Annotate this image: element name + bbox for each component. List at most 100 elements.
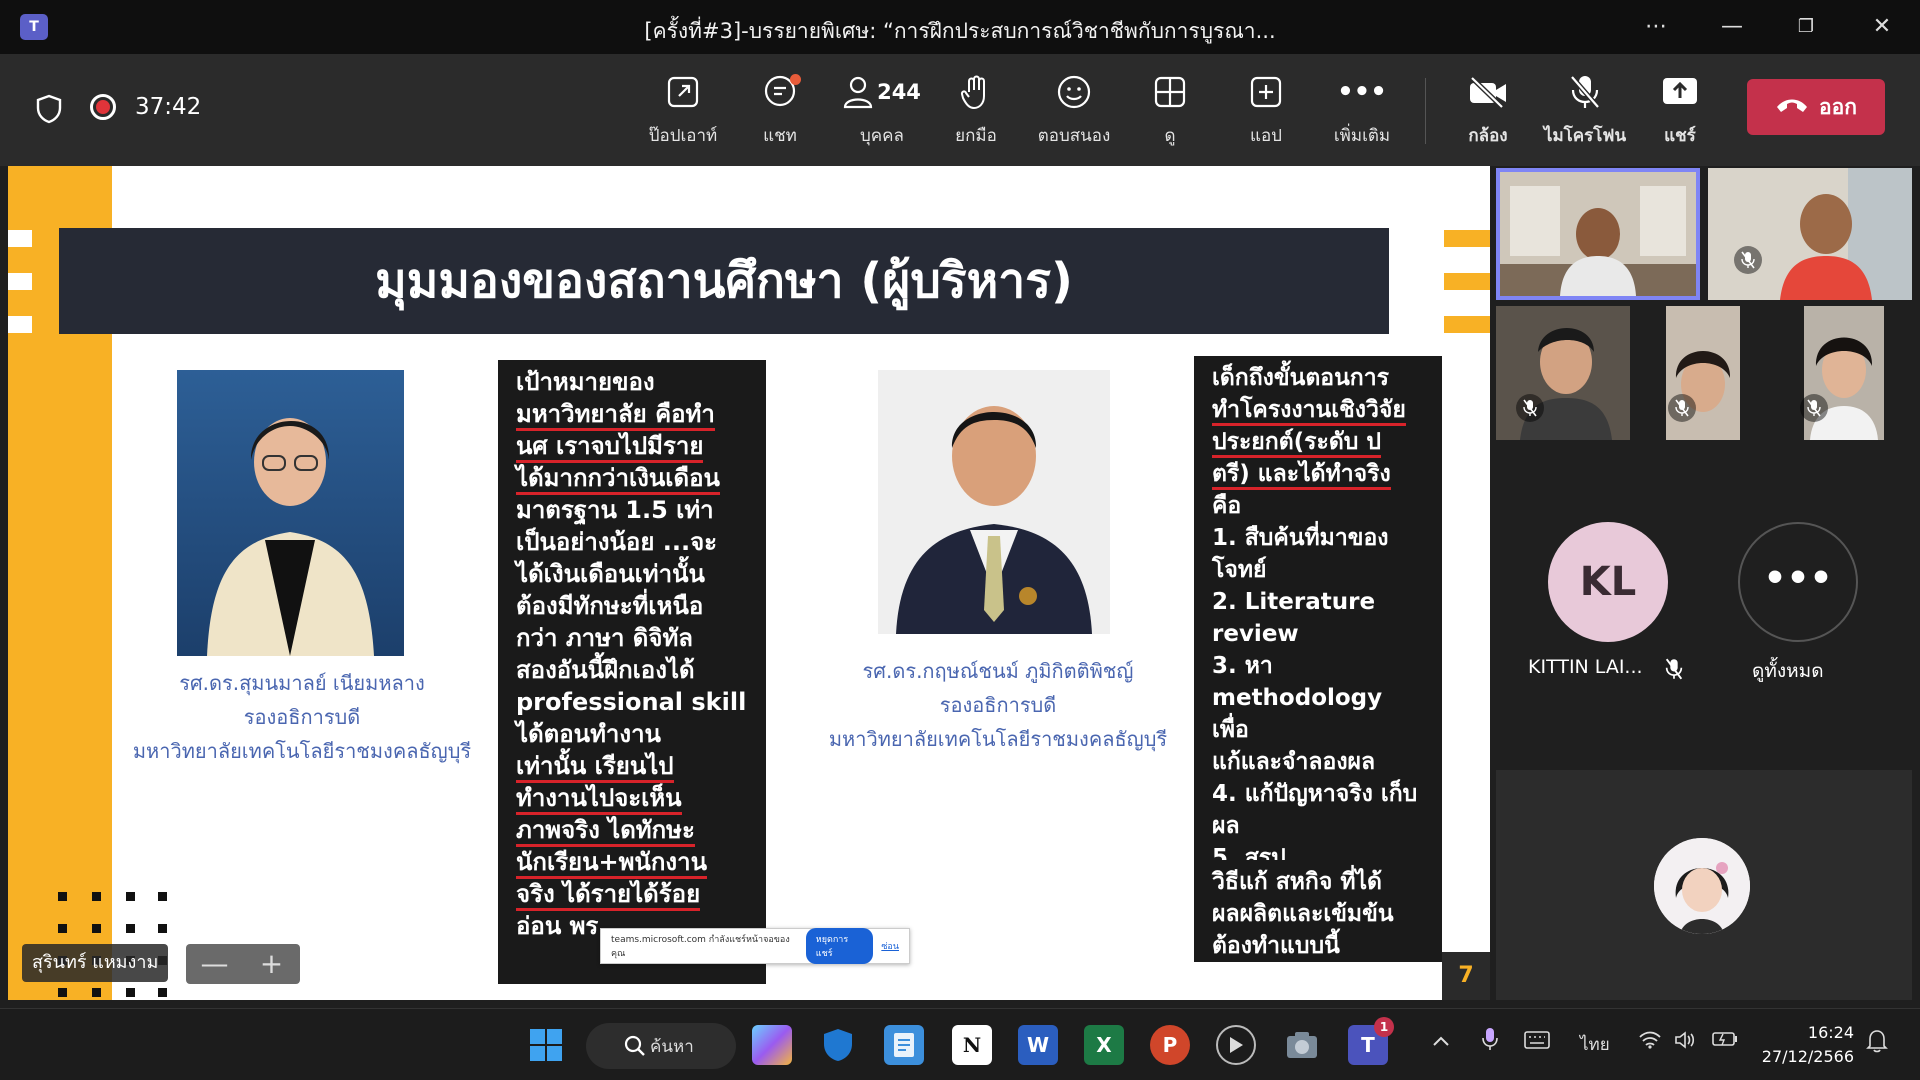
participant-name-kl: KITTIN LAI... bbox=[1528, 656, 1643, 678]
clock-date: 27/12/2566 bbox=[1761, 1047, 1854, 1066]
show-hidden-icons-icon[interactable] bbox=[1432, 1031, 1450, 1052]
share-button[interactable]: แชร์ bbox=[1632, 70, 1728, 158]
mic-off-icon bbox=[1536, 70, 1634, 114]
chat-icon bbox=[732, 70, 828, 114]
apps-button[interactable]: แอป bbox=[1218, 70, 1314, 158]
react-label: ตอบสนอง bbox=[1037, 126, 1111, 146]
teams-app-icon[interactable]: T bbox=[20, 14, 48, 40]
video-tile-participant-4[interactable] bbox=[1636, 306, 1770, 440]
zoom-control: — + bbox=[186, 944, 300, 984]
decor-dash bbox=[1444, 230, 1490, 247]
quote-line: ได้ตอนทำงาน bbox=[516, 720, 661, 748]
participant-avatar-kl[interactable]: KL bbox=[1548, 522, 1668, 642]
microphone-icon[interactable] bbox=[1482, 1027, 1498, 1056]
quote-line: เด็กถึงขั้นตอนการ bbox=[1212, 365, 1389, 391]
notepad-icon[interactable] bbox=[884, 1025, 924, 1065]
system-clock[interactable]: 16:24 27/12/2566 bbox=[1762, 1021, 1854, 1069]
person1-name: รศ.ดร.สุมนมาลย์ เนียมหลาง bbox=[179, 671, 425, 695]
video-tile-participant-3[interactable] bbox=[1496, 306, 1630, 440]
notification-badge: 1 bbox=[1374, 1017, 1394, 1037]
chat-button[interactable]: แชท bbox=[732, 70, 828, 158]
quote-line: นศ เราจบไปมีราย bbox=[516, 432, 704, 463]
copilot-icon[interactable] bbox=[752, 1025, 792, 1065]
snipping-tool-icon[interactable] bbox=[1282, 1025, 1322, 1065]
quote-line: ทำโครงงานเชิงวิจัย bbox=[1212, 397, 1406, 426]
leave-button[interactable]: ออก bbox=[1747, 79, 1885, 135]
windows-start-icon[interactable] bbox=[526, 1025, 566, 1065]
self-view-tile[interactable] bbox=[1496, 770, 1912, 1000]
defender-shield-icon[interactable] bbox=[818, 1025, 858, 1065]
meeting-timer: 37:42 bbox=[135, 94, 202, 120]
video-tile-participant-2[interactable] bbox=[1708, 168, 1912, 300]
quote-line: ตรี) และได้ทำจริง bbox=[1212, 461, 1391, 490]
more-button[interactable]: ••• เพิ่มเติม bbox=[1314, 70, 1410, 158]
quote-line: review bbox=[1212, 621, 1299, 647]
notion-icon[interactable]: N bbox=[952, 1025, 992, 1065]
presenter-name-tag: สุรินทร์ แหมงาม bbox=[22, 944, 169, 982]
quote-line: สองอันนี้ฝึกเองได้ bbox=[516, 656, 695, 684]
quote-line: มหาวิทยาลัย คือทำ bbox=[516, 400, 715, 431]
view-button[interactable]: ดู bbox=[1122, 70, 1218, 158]
person2-name: รศ.ดร.กฤษณ์ชนม์ ภูมิกิตติพิชญ์ bbox=[862, 659, 1134, 683]
quote-line: ได้เงินเดือนเท่านั้น bbox=[516, 560, 705, 588]
title-bar: T [ครั้งที่#3]-บรรยายพิเศษ: “การฝึกประสบ… bbox=[0, 0, 1920, 54]
raise-hand-label: ยกมือ bbox=[955, 126, 997, 146]
zoom-out-button[interactable]: — bbox=[186, 944, 243, 984]
mic-button[interactable]: ไมโครโฟน bbox=[1536, 70, 1634, 158]
shield-icon[interactable] bbox=[36, 94, 62, 128]
quote-line: ภาพจริง ไดทักษะ bbox=[516, 816, 695, 847]
view-all-button[interactable]: ••• bbox=[1738, 522, 1858, 642]
more-label: เพิ่มเติม bbox=[1333, 126, 1391, 146]
close-button[interactable]: ✕ bbox=[1862, 10, 1902, 44]
photo-person-1 bbox=[177, 370, 404, 656]
video-tile-speaker[interactable] bbox=[1496, 168, 1700, 300]
slide-page-number: 7 bbox=[1442, 952, 1490, 1000]
restore-button[interactable]: ❐ bbox=[1786, 10, 1826, 44]
quote-box-2: เด็กถึงขั้นตอนการทำโครงงานเชิงวิจัยประยก… bbox=[1194, 356, 1442, 864]
taskbar-search[interactable]: ค้นหา bbox=[586, 1023, 736, 1069]
people-icon: 244 bbox=[830, 70, 934, 114]
raise-hand-button[interactable]: ยกมือ bbox=[928, 70, 1024, 158]
battery-icon[interactable] bbox=[1712, 1031, 1738, 1052]
popout-button[interactable]: ป๊อปเอาท์ bbox=[635, 70, 731, 158]
language-indicator[interactable]: ไทย bbox=[1580, 1031, 1610, 1058]
quote-line: ผล bbox=[1212, 813, 1240, 839]
unread-dot bbox=[790, 74, 801, 85]
excel-icon[interactable]: X bbox=[1084, 1025, 1124, 1065]
quote-line: ต้องมีทักษะที่เหนือ bbox=[516, 592, 704, 620]
view-all-label: ดูทั้งหมด bbox=[1752, 660, 1824, 682]
quote-line: นักเรียน+พนักงาน bbox=[516, 848, 707, 879]
leave-label: ออก bbox=[1819, 94, 1857, 119]
word-icon[interactable]: W bbox=[1018, 1025, 1058, 1065]
quote-line: เท่านั้น เรียนไป bbox=[516, 752, 674, 783]
mic-label: ไมโครโฟน bbox=[1543, 126, 1627, 146]
self-avatar bbox=[1654, 838, 1750, 934]
video-tile-participant-5[interactable] bbox=[1776, 306, 1912, 440]
quote-line: 2. Literature bbox=[1212, 589, 1376, 615]
mic-off-icon bbox=[1668, 394, 1696, 422]
volume-icon[interactable] bbox=[1674, 1031, 1696, 1054]
camera-button[interactable]: กล้อง bbox=[1440, 70, 1536, 158]
powerpoint-icon[interactable]: P bbox=[1150, 1025, 1190, 1065]
people-button[interactable]: 244 บุคคล bbox=[830, 70, 934, 158]
teams-taskbar-icon[interactable]: T 1 bbox=[1348, 1017, 1394, 1065]
zoom-in-button[interactable]: + bbox=[243, 944, 300, 984]
person2-role: รองอธิการบดี bbox=[939, 693, 1057, 717]
hide-banner-link[interactable]: ซ่อน bbox=[881, 939, 899, 953]
media-player-icon[interactable] bbox=[1216, 1025, 1256, 1065]
mic-off-icon bbox=[1734, 246, 1762, 274]
quote-line: อ่อน พร bbox=[516, 912, 599, 940]
decor-dash bbox=[8, 230, 32, 247]
notification-bell-icon[interactable] bbox=[1866, 1029, 1888, 1058]
stop-sharing-button[interactable]: หยุดการแชร์ bbox=[805, 928, 874, 964]
minimize-button[interactable]: — bbox=[1712, 10, 1752, 44]
wifi-icon[interactable] bbox=[1638, 1031, 1662, 1054]
photo-person-2 bbox=[878, 370, 1110, 634]
more-options-icon[interactable]: ⋯ bbox=[1636, 10, 1676, 44]
keyboard-icon[interactable] bbox=[1524, 1031, 1550, 1054]
person1-org: มหาวิทยาลัยเทคโนโลยีราชมงคลธัญบุรี bbox=[132, 739, 472, 763]
recording-icon bbox=[90, 94, 116, 120]
react-button[interactable]: ตอบสนอง bbox=[1024, 70, 1124, 158]
people-count: 244 bbox=[877, 80, 921, 104]
quote-line: ประยกต์(ระดับ ป bbox=[1212, 429, 1382, 458]
